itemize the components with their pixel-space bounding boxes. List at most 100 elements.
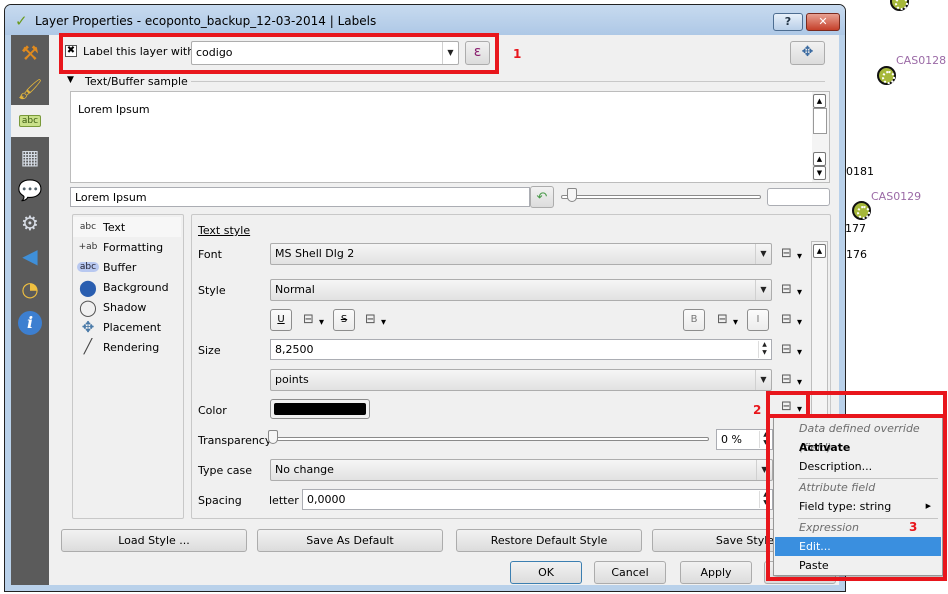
- data-defined-override-icon[interactable]: ⊟: [365, 311, 387, 332]
- table-icon: ▦: [20, 145, 40, 169]
- sample-preview-text: Lorem Ipsum: [78, 103, 150, 116]
- typecase-label: Type case: [198, 464, 253, 477]
- italic-glyph: I: [756, 314, 760, 325]
- category-rendering[interactable]: ╱ Rendering: [73, 337, 181, 357]
- strikeout-button[interactable]: S: [333, 309, 355, 331]
- ok-button[interactable]: OK: [510, 561, 582, 584]
- font-select[interactable]: MS Shell Dlg 2 ▼: [270, 243, 772, 265]
- category-buffer[interactable]: abc Buffer: [73, 257, 181, 277]
- collapse-triangle-icon[interactable]: ▼: [67, 75, 74, 85]
- size-label: Size: [198, 344, 221, 357]
- help-button[interactable]: ?: [773, 13, 803, 31]
- spacing-letter-label: letter: [269, 494, 299, 507]
- data-defined-override-icon[interactable]: ⊟: [781, 245, 803, 266]
- chevron-down-icon: ▼: [755, 280, 771, 300]
- save-as-default-button[interactable]: Save As Default: [257, 529, 443, 552]
- rule-based-labeling-button[interactable]: ✥: [790, 41, 825, 65]
- sidebar: ⚒ 🖌 abc ▦ 💬 ⚙ ◀ ◔ i: [11, 35, 49, 585]
- scroll-thumb[interactable]: [813, 108, 827, 134]
- data-defined-override-icon[interactable]: ⊟: [303, 311, 325, 332]
- undo-arrow-icon: ↶: [536, 190, 548, 205]
- annotation-box-2-notch: [806, 391, 810, 417]
- size-input[interactable]: 8,2500 ▲ ▼: [270, 339, 772, 360]
- data-defined-override-icon[interactable]: ⊟: [781, 311, 803, 332]
- slider-handle[interactable]: [567, 188, 577, 202]
- map-label: 0181: [846, 165, 874, 178]
- transparency-input[interactable]: 0 % ▲ ▼: [716, 429, 773, 450]
- color-swatch: [274, 403, 366, 415]
- data-defined-override-icon[interactable]: ⊟: [781, 371, 803, 392]
- text-style-title: Text style: [198, 224, 251, 237]
- title-bar[interactable]: ✓ Layer Properties - ecoponto_backup_12-…: [5, 5, 845, 35]
- typecase-value: No change: [275, 463, 334, 476]
- map-marker: [852, 201, 871, 220]
- map-marker: [877, 66, 896, 85]
- color-button[interactable]: [270, 399, 370, 419]
- scroll-up-button[interactable]: ▲: [813, 94, 826, 108]
- category-shadow[interactable]: ◯ Shadow: [73, 297, 181, 317]
- scroll-down-button[interactable]: ▼: [813, 166, 826, 180]
- style-value: Normal: [275, 283, 315, 296]
- transparency-label: Transparency: [198, 434, 272, 447]
- style-label: Style: [198, 284, 226, 297]
- sidebar-item-fields[interactable]: ▦: [11, 141, 49, 173]
- font-value: MS Shell Dlg 2: [275, 247, 355, 260]
- category-label: Buffer: [103, 260, 137, 274]
- sample-scale-input[interactable]: [767, 188, 830, 206]
- bold-glyph: B: [690, 314, 698, 325]
- scroll-up-button[interactable]: ▲: [813, 244, 826, 258]
- italic-button[interactable]: I: [747, 309, 769, 331]
- sidebar-item-general[interactable]: ⚒: [11, 37, 49, 69]
- cancel-button[interactable]: Cancel: [594, 561, 666, 584]
- layer-properties-dialog: ✓ Layer Properties - ecoponto_backup_12-…: [4, 4, 846, 592]
- text-abc-icon: abc: [79, 222, 97, 232]
- rendering-brush-icon: ╱: [83, 339, 93, 355]
- sidebar-item-style[interactable]: 🖌: [11, 73, 49, 105]
- sample-preview: Lorem Ipsum ▲ ▲ ▼: [70, 91, 830, 183]
- data-defined-override-icon[interactable]: ⊟: [717, 311, 739, 332]
- bold-button[interactable]: B: [683, 309, 705, 331]
- letter-spacing-input[interactable]: 0,0000 ▲ ▼: [302, 489, 773, 510]
- sidebar-item-metadata[interactable]: i: [11, 307, 49, 339]
- tools-icon: ⚒: [21, 41, 39, 65]
- category-placement[interactable]: ✥ Placement: [73, 317, 181, 337]
- reset-sample-button[interactable]: ↶: [530, 186, 554, 208]
- sidebar-item-actions[interactable]: ⚙: [11, 207, 49, 239]
- load-style-button[interactable]: Load Style ...: [61, 529, 247, 552]
- map-label: 176: [846, 248, 867, 261]
- apply-button[interactable]: Apply: [680, 561, 752, 584]
- sidebar-item-labels[interactable]: abc: [11, 105, 49, 137]
- map-label: CAS0128: [896, 54, 947, 67]
- underline-button[interactable]: U: [270, 309, 292, 331]
- style-select[interactable]: Normal ▼: [270, 279, 772, 301]
- spacing-label: Spacing: [198, 494, 242, 507]
- category-text[interactable]: abc Text: [73, 217, 181, 237]
- info-icon: i: [18, 311, 42, 335]
- annotation-box-2: [766, 391, 947, 581]
- category-formatting[interactable]: +ab Formatting: [73, 237, 181, 257]
- scroll-up-button-2[interactable]: ▲: [813, 152, 826, 166]
- font-label: Font: [198, 248, 222, 261]
- close-button[interactable]: ✕: [806, 13, 840, 31]
- sample-scrollbar[interactable]: ▲ ▲ ▼: [812, 92, 829, 182]
- category-background[interactable]: ⬤ Background: [73, 277, 181, 297]
- underline-glyph: U: [277, 314, 285, 325]
- sample-scale-slider[interactable]: [561, 195, 761, 199]
- size-unit-select[interactable]: points ▼: [270, 369, 772, 391]
- typecase-select[interactable]: No change ▼: [270, 459, 773, 481]
- sample-text-input[interactable]: Lorem Ipsum: [70, 187, 530, 207]
- annotation-box-1: [59, 33, 499, 74]
- data-defined-override-icon[interactable]: ⊟: [781, 341, 803, 362]
- join-arrow-icon: ◀: [22, 244, 38, 268]
- size-spinner[interactable]: ▲ ▼: [758, 341, 770, 358]
- slider-handle[interactable]: [268, 430, 278, 444]
- qgis-logo-icon: ✓: [15, 12, 28, 30]
- map-label: 177: [845, 222, 866, 235]
- style-brush-icon: 🖌: [17, 77, 43, 101]
- sidebar-item-display[interactable]: 💬: [11, 174, 49, 206]
- sidebar-item-joins[interactable]: ◀: [11, 240, 49, 272]
- sidebar-item-diagrams[interactable]: ◔: [11, 273, 49, 305]
- restore-default-style-button[interactable]: Restore Default Style: [456, 529, 642, 552]
- data-defined-override-icon[interactable]: ⊟: [781, 281, 803, 302]
- transparency-slider[interactable]: [273, 437, 709, 441]
